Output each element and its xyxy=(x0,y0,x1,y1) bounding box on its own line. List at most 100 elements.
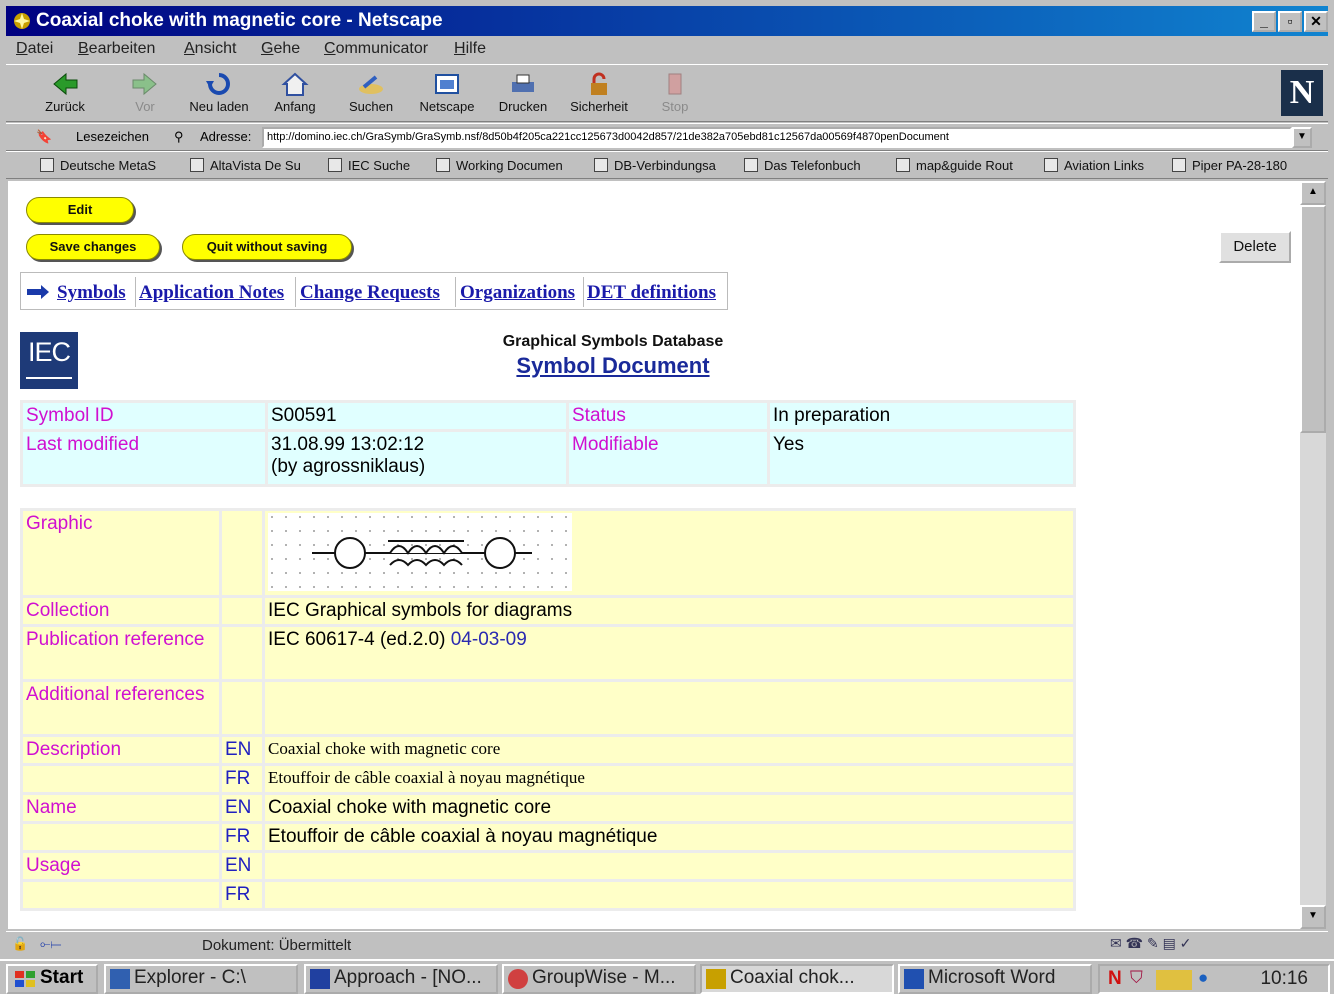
metadata-table: Symbol ID S00591 Status In preparation L… xyxy=(20,400,1076,487)
approach-icon xyxy=(310,969,330,989)
bookmark-page-icon xyxy=(744,158,758,172)
address-label: Adresse: xyxy=(200,129,252,144)
scroll-thumb[interactable] xyxy=(1300,205,1326,433)
minimize-button[interactable]: _ xyxy=(1252,11,1276,32)
tab-organizations[interactable]: Organizations xyxy=(460,282,575,304)
taskbar: Start Explorer - C:\ Approach - [NO... G… xyxy=(0,959,1334,994)
description-fr: Etouffoir de câble coaxial à noyau magné… xyxy=(265,766,1073,792)
reload-button[interactable]: Neu laden xyxy=(184,69,254,119)
menu-bearbeiten[interactable]: Bearbeiten xyxy=(78,40,155,58)
netscape-logo[interactable]: N xyxy=(1281,70,1323,116)
graphic-label: Graphic xyxy=(23,511,219,595)
bookmark-page-icon xyxy=(1172,158,1186,172)
status-bar: 🔓 ⟜⟝ Dokument: Übermittelt ✉ ☎ ✎ ▤ ✓ xyxy=(6,931,1328,957)
table-row: Description EN Coaxial choke with magnet… xyxy=(23,737,1073,763)
bookmark-item[interactable]: DB-Verbindungsa xyxy=(594,158,716,173)
taskbar-item-approach[interactable]: Approach - [NO... xyxy=(304,964,498,994)
collection-value: IEC Graphical symbols for diagrams xyxy=(265,598,1073,624)
scroll-up-icon[interactable]: ▲ xyxy=(1300,181,1326,205)
tab-application-notes[interactable]: Application Notes xyxy=(139,282,284,304)
security-button[interactable]: Sicherheit xyxy=(564,69,634,119)
language-tray-icon[interactable] xyxy=(1156,970,1192,990)
table-row: Usage EN xyxy=(23,853,1073,879)
print-button[interactable]: Drucken xyxy=(488,69,558,119)
menu-hilfe[interactable]: Hilfe xyxy=(454,40,486,58)
component-icons[interactable]: ✉ ☎ ✎ ▤ ✓ xyxy=(1110,935,1191,952)
bookmark-item[interactable]: Aviation Links xyxy=(1044,158,1144,173)
description-en: Coaxial choke with magnetic core xyxy=(265,737,1073,763)
lang-en-badge: EN xyxy=(222,737,262,763)
description-label: Description xyxy=(23,737,219,763)
bookmark-page-icon xyxy=(1044,158,1058,172)
home-button[interactable]: Anfang xyxy=(260,69,330,119)
address-input[interactable]: http://domino.iec.ch/GraSymb/GraSymb.nsf… xyxy=(262,127,1292,148)
table-row: Additional references xyxy=(23,682,1073,734)
system-tray: N ⛉ ● 10:16 xyxy=(1098,964,1330,994)
bookmark-item[interactable]: map&guide Rout xyxy=(896,158,1013,173)
netscape-button[interactable]: Netscape xyxy=(412,69,482,119)
bookmark-item[interactable]: Deutsche MetaS xyxy=(40,158,156,173)
scroll-down-icon[interactable]: ▼ xyxy=(1300,905,1326,929)
menu-gehe[interactable]: Gehe xyxy=(261,40,300,58)
table-row: FR xyxy=(23,882,1073,908)
table-row: Last modified 31.08.99 13:02:12 (by agros… xyxy=(23,432,1073,484)
bookmarks-icon[interactable]: 🔖 xyxy=(36,129,52,145)
explorer-icon xyxy=(110,969,130,989)
forward-button[interactable]: Vor xyxy=(110,69,180,119)
connection-icon: ⟜⟝ xyxy=(40,936,62,951)
globe-tray-icon[interactable]: ● xyxy=(1198,968,1208,988)
collection-label: Collection xyxy=(23,598,219,624)
current-tab-arrow-icon xyxy=(27,285,49,299)
taskbar-item-netscape[interactable]: Coaxial chok... xyxy=(700,964,894,994)
publication-link[interactable]: 04-03-09 xyxy=(451,629,527,650)
window-title: Coaxial choke with magnetic core - Netsc… xyxy=(36,10,443,31)
name-label: Name xyxy=(23,795,219,821)
last-modified-value: 31.08.99 13:02:12 (by agrossniklaus) xyxy=(268,432,566,484)
publication-value: IEC 60617-4 (ed.2.0) 04-03-09 xyxy=(265,627,1073,679)
close-button[interactable]: ✕ xyxy=(1304,11,1328,32)
menu-datei[interactable]: Datei xyxy=(16,40,53,58)
home-icon xyxy=(281,72,309,96)
bookmark-item[interactable]: Piper PA-28-180 xyxy=(1172,158,1287,173)
menu-communicator[interactable]: Communicator xyxy=(324,40,428,58)
bookmark-item[interactable]: IEC Suche xyxy=(328,158,410,173)
netscape-tray-icon[interactable]: N xyxy=(1108,968,1122,990)
vertical-scrollbar[interactable]: ▲ ▼ xyxy=(1300,181,1326,929)
publication-label: Publication reference xyxy=(23,627,219,679)
bookmark-item[interactable]: Das Telefonbuch xyxy=(744,158,861,173)
delete-button[interactable]: Delete xyxy=(1219,231,1291,263)
taskbar-item-explorer[interactable]: Explorer - C:\ xyxy=(104,964,298,994)
search-icon xyxy=(359,75,383,94)
security-status-icon[interactable]: 🔓 xyxy=(12,936,28,952)
save-changes-button[interactable]: Save changes xyxy=(26,234,160,260)
taskbar-item-word[interactable]: Microsoft Word xyxy=(898,964,1092,994)
location-icon[interactable]: ⚲ xyxy=(174,129,184,145)
search-button[interactable]: Suchen xyxy=(336,69,406,119)
tab-symbols[interactable]: Symbols xyxy=(57,282,126,304)
symbol-id-value: S00591 xyxy=(268,403,566,429)
start-button[interactable]: Start xyxy=(6,964,98,994)
maximize-button[interactable]: ▫ xyxy=(1278,11,1302,32)
graphic-cell xyxy=(265,511,1073,595)
tab-change-requests[interactable]: Change Requests xyxy=(300,282,440,304)
table-row: FR Etouffoir de câble coaxial à noyau ma… xyxy=(23,824,1073,850)
taskbar-item-groupwise[interactable]: GroupWise - M... xyxy=(502,964,696,994)
edit-button[interactable]: Edit xyxy=(26,197,134,223)
bookmarks-menu[interactable]: Lesezeichen xyxy=(76,129,149,144)
tab-det-definitions[interactable]: DET definitions xyxy=(587,282,716,304)
bookmark-page-icon xyxy=(436,158,450,172)
stop-button[interactable]: Stop xyxy=(640,69,710,119)
netscape-app-icon[interactable] xyxy=(12,11,32,31)
back-button[interactable]: Zurück xyxy=(30,69,100,119)
lang-en-badge: EN xyxy=(222,795,262,821)
menu-ansicht[interactable]: Ansicht xyxy=(184,40,236,58)
bookmark-item[interactable]: Working Documen xyxy=(436,158,563,173)
title-bar: Coaxial choke with magnetic core - Netsc… xyxy=(6,6,1328,36)
status-text: Dokument: Übermittelt xyxy=(202,937,352,954)
menu-bar: Datei Bearbeiten Ansicht Gehe Communicat… xyxy=(6,36,1328,64)
address-dropdown-icon[interactable]: ▼ xyxy=(1292,127,1312,148)
bookmark-item[interactable]: AltaVista De Su xyxy=(190,158,301,173)
shield-tray-icon[interactable]: ⛉ xyxy=(1130,968,1143,988)
netscape-task-icon xyxy=(706,969,726,989)
quit-without-saving-button[interactable]: Quit without saving xyxy=(182,234,352,260)
